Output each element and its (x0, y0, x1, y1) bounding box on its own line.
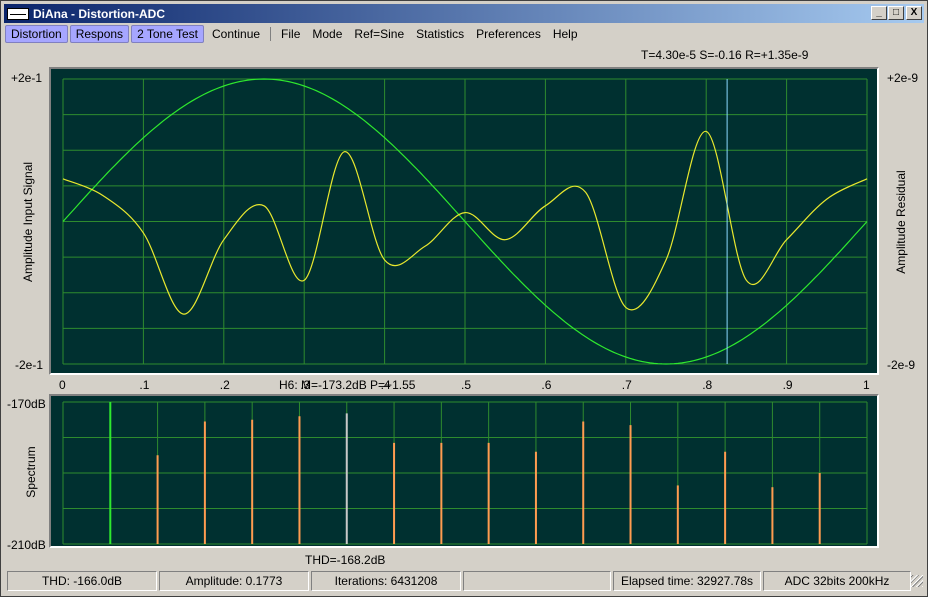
spectrum-axis-title: Spectrum (24, 446, 38, 498)
x-tick-label: .7 (621, 378, 632, 392)
signal-plot[interactable] (51, 69, 877, 373)
title-bar: DiAna - Distortion-ADC _ □ X (4, 4, 924, 23)
status-elapsed-time: Elapsed time: 32927.78s (613, 571, 761, 591)
menu-ref-sine[interactable]: Ref=Sine (348, 25, 410, 43)
right-axis-top-label: +2e-9 (887, 71, 919, 85)
status-amplitude: Amplitude: 0.1773 (159, 571, 309, 591)
signal-plot-frame (49, 67, 879, 375)
window-title: DiAna - Distortion-ADC (33, 6, 165, 21)
menu-statistics[interactable]: Statistics (410, 25, 470, 43)
resize-grip[interactable] (911, 575, 923, 587)
spectrum-top-label: -170dB (7, 397, 46, 411)
spectrum-plot[interactable] (51, 396, 877, 546)
cursor-readout: T=4.30e-5 S=-0.16 R=+1.35e-9 (641, 48, 809, 62)
minimize-button[interactable]: _ (871, 6, 887, 20)
left-axis-bottom-label: -2e-1 (15, 358, 44, 372)
close-button[interactable]: X (906, 6, 922, 20)
mode-button-distortion[interactable]: Distortion (5, 25, 68, 43)
menu-help[interactable]: Help (547, 25, 584, 43)
thd-readout: THD=-168.2dB (305, 553, 386, 567)
menu-file[interactable]: File (275, 25, 306, 43)
right-axis-title: Amplitude Residual (894, 170, 908, 274)
x-tick-label: 0 (59, 378, 66, 392)
status-blank (463, 571, 611, 591)
application-window: DiAna - Distortion-ADC _ □ X Distortion … (0, 0, 928, 597)
menu-mode[interactable]: Mode (306, 25, 348, 43)
window-controls: _ □ X (870, 6, 922, 20)
x-tick-label: .6 (541, 378, 552, 392)
x-tick-label: .8 (702, 378, 713, 392)
mode-button-2-tone-test[interactable]: 2 Tone Test (131, 25, 204, 43)
left-axis-title: Amplitude Input Signal (21, 161, 35, 283)
x-tick-label: 1 (863, 378, 870, 392)
x-tick-label: .1 (139, 378, 150, 392)
spectrum-background (51, 396, 877, 546)
mode-button-respons[interactable]: Respons (69, 25, 130, 43)
menu-preferences[interactable]: Preferences (470, 25, 547, 43)
x-tick-label: .5 (461, 378, 472, 392)
menu-separator (270, 27, 272, 41)
x-tick-label: .9 (782, 378, 793, 392)
app-icon (7, 7, 29, 20)
x-tick-label: .2 (219, 378, 230, 392)
harmonic-readout: H6: M=-173.2dB P=+1.55 (279, 378, 416, 392)
continue-button[interactable]: Continue (206, 25, 266, 43)
maximize-button[interactable]: □ (888, 6, 904, 20)
menu-bar: Distortion Respons 2 Tone Test Continue … (5, 24, 923, 44)
status-iterations: Iterations: 6431208 (311, 571, 461, 591)
right-axis-bottom-label: -2e-9 (887, 358, 916, 372)
spectrum-plot-frame (49, 394, 879, 548)
spectrum-bottom-label: -210dB (7, 538, 46, 552)
left-axis-top-label: +2e-1 (11, 71, 43, 85)
status-adc: ADC 32bits 200kHz (763, 571, 911, 591)
status-thd: THD: -166.0dB (7, 571, 157, 591)
